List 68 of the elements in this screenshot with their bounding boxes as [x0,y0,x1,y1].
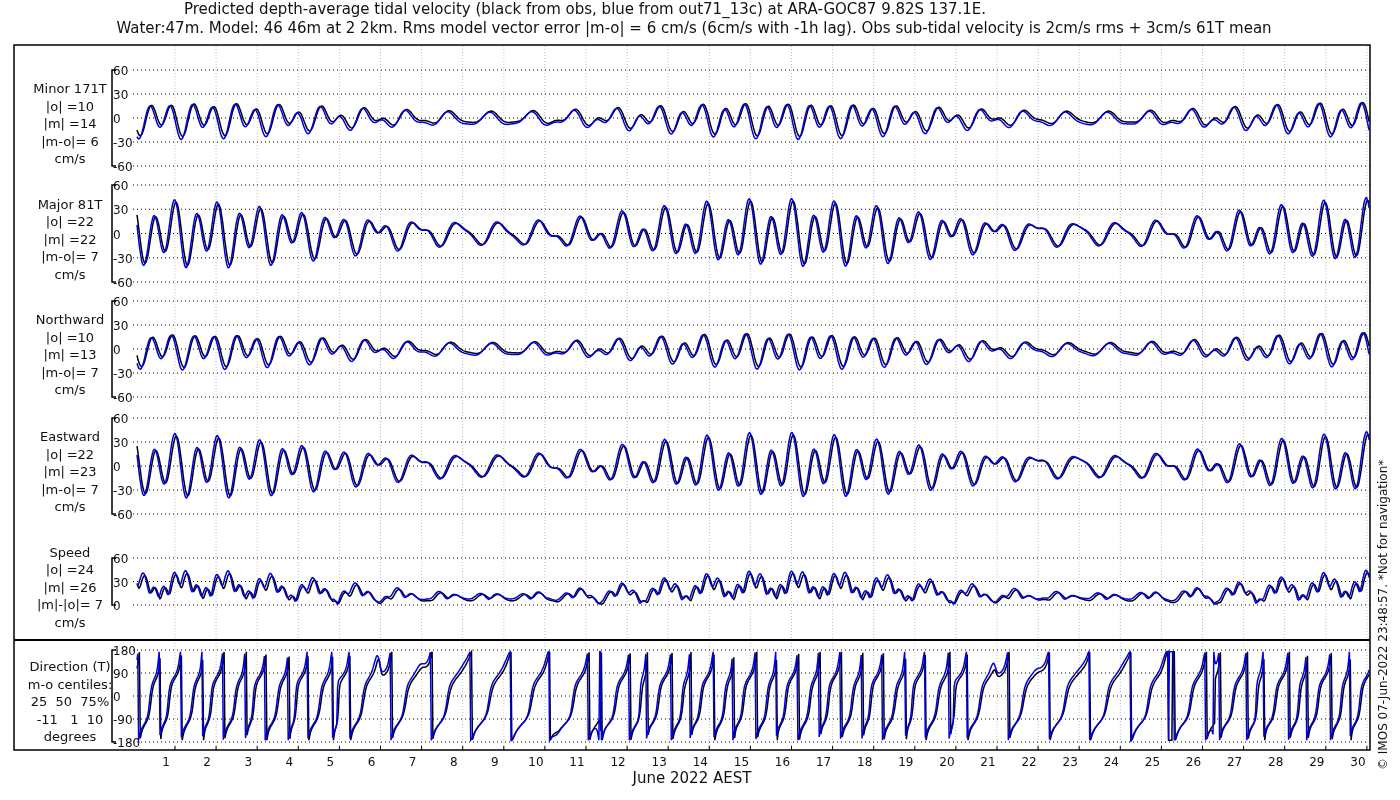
y-tick-label: 0 [113,690,121,704]
y-tick-label: -30 [113,484,133,498]
y-tick-label: 60 [113,64,129,78]
x-tick-label: 7 [408,755,417,769]
x-tick-label: 28 [1268,755,1284,769]
x-tick-label: 14 [692,755,708,769]
chart-subtitle: Water:47m. Model: 46 46m at 2 2km. Rms model vector error |m-o| = 6 cm/s (6cm/s with -1h lag). Obs sub-tidal velocity is 2cm/s rms + 3cm/s 61T mean [116,19,1272,37]
x-tick-label: 3 [244,755,252,769]
x-tick-label: 25 [1144,755,1161,769]
y-tick-label: 0 [113,460,121,474]
y-tick-label: 60 [113,412,129,426]
y-tick-label: 60 [113,552,129,566]
panel-label: Major 81T |o| =22 |m| =22 |m-o|= 7 cm/s [37,196,103,282]
x-tick-label: 15 [733,755,750,769]
chart-title: Predicted depth-average tidal velocity (black from obs, blue from out71_13c) at ARA-GOC87 9.82S 137.1E. [183,0,987,18]
panel-label: Speed |o| =24 |m| =26 |m|-|o|= 7 cm/s [36,544,104,630]
y-tick-label: 0 [113,112,121,126]
x-tick-label: 16 [774,755,791,769]
y-tick-label: -30 [113,136,133,150]
x-tick-label: 13 [651,755,667,769]
y-tick-label: -30 [113,251,133,266]
x-tick-label: 9 [491,755,499,769]
y-tick-label: 0 [113,227,121,242]
panel-label: Minor 171T |o| =10 |m| =14 |m-o|= 6 cm/s [33,81,107,166]
panel-label: Northward |o| =10 |m| =13 |m-o|= 7 cm/s [35,312,105,397]
x-tick-label: 5 [326,755,335,769]
y-tick-label: 30 [113,319,129,333]
panel-label: Eastward |o| =22 |m| =23 |m-o|= 7 cm/s [40,429,100,514]
y-tick-label: -90 [113,713,133,727]
x-tick-label: 11 [569,755,585,769]
x-tick-label: 20 [939,755,955,769]
x-tick-label: 1 [162,755,170,769]
x-tick-label: 19 [898,755,914,769]
y-tick-label: 180 [113,644,136,658]
y-tick-label: 30 [113,88,129,102]
panel-label: Direction (T) m-o centiles: 25 50 75% -11 1 10 degrees [27,659,113,744]
x-tick-label: 10 [528,755,544,769]
x-tick-label: 29 [1309,755,1325,769]
y-tick-label: 60 [113,295,129,309]
x-tick-label: 8 [449,755,458,769]
x-tick-label: 27 [1226,755,1243,769]
copyright-note: © IMOS 07-Jun-2022 23:48:57. *Not for navigation* [1376,459,1390,770]
y-tick-label: 60 [113,179,129,193]
x-axis-label: June 2022 AEST [632,769,752,787]
y-tick-label: -30 [113,367,133,381]
x-tick-label: 30 [1350,755,1366,769]
x-tick-label: 21 [980,755,996,769]
x-tick-label: 2 [203,755,211,769]
x-tick-label: 12 [610,755,626,769]
x-tick-label: 17 [815,755,832,769]
y-tick-label: 0 [113,343,121,357]
x-tick-label: 23 [1062,755,1078,769]
x-tick-label: 22 [1021,755,1037,769]
y-tick-label: 30 [113,203,129,218]
x-tick-label: 6 [367,755,376,769]
x-tick-label: 26 [1185,755,1202,769]
y-tick-label: -60 [113,276,133,290]
y-tick-label: -180 [113,736,141,750]
y-tick-label: -60 [113,391,133,405]
y-tick-label: 30 [113,436,129,450]
x-tick-label: 18 [857,755,873,769]
y-tick-label: -60 [113,160,133,174]
y-tick-label: -60 [113,508,133,522]
x-tick-label: 24 [1103,755,1119,769]
y-tick-label: 30 [113,575,129,590]
y-tick-label: 90 [113,667,129,681]
x-tick-label: 4 [285,755,294,769]
y-tick-label: 0 [113,599,121,613]
